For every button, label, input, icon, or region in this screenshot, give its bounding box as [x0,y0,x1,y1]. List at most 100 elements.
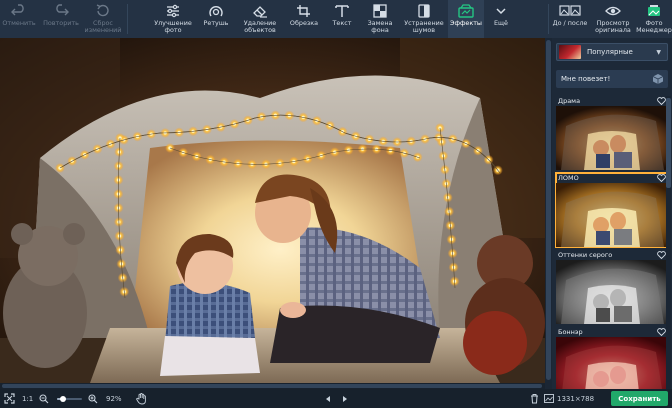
effect-card-drama[interactable]: Драма [556,96,668,170]
canvas-horizontal-scroll-thumb[interactable] [2,384,542,388]
reset-changes-button[interactable]: Сброс изменений [82,0,124,38]
next-icon [343,395,347,402]
text-label: Текст [332,19,352,27]
redo-label: Повторить [43,19,79,27]
crop-label: Обрезка [289,19,319,27]
photo-manager-icon [648,5,660,16]
enhance-label: Улучшение фото [154,19,192,34]
effects-panel: Популярные ▼ Мне повезет! Драма ЛОМО Отт… [552,38,672,389]
canvas-vertical-scrollbar[interactable] [545,38,552,383]
hand-icon [136,392,146,404]
undo-icon [11,4,24,16]
photo-manager-button[interactable]: Фото Менеджер [636,0,672,38]
fit-to-screen-button[interactable] [4,389,15,408]
toolbar-divider [127,4,128,34]
effects-label: Эффекты [450,19,482,27]
trash-icon [531,394,538,404]
effect-preview-lomo [556,183,668,247]
enhance-photo-button[interactable]: Улучшение фото [150,0,196,38]
denoise-button[interactable]: Устранение шумов [400,0,448,38]
lucky-button[interactable]: Мне повезет! [556,70,668,88]
effect-card-grayscale[interactable]: Оттенки серого [556,250,668,324]
heart-icon[interactable] [657,174,666,182]
effect-preview-drama [556,106,668,170]
redo-button[interactable]: Повторить [40,0,82,38]
effects-panel-scroll-thumb[interactable] [666,98,671,188]
effects-panel-scrollbar[interactable] [666,96,671,389]
text-icon [335,5,349,17]
hand-tool-button[interactable] [136,389,147,408]
effect-card-lomo[interactable]: ЛОМО [555,172,669,248]
photo-editor-window: Отменить Повторить Сброс изменений Улучш… [0,0,672,408]
zoom-slider-handle[interactable] [60,396,67,402]
undo-label: Отменить [2,19,36,27]
save-button[interactable]: Сохранить [611,391,668,406]
retouch-icon [209,6,223,17]
eye-icon [605,6,621,16]
photo-image [0,38,545,383]
heart-icon[interactable] [657,251,666,259]
category-selected-value: Популярные [587,48,633,56]
effects-button[interactable]: Эффекты [448,0,484,38]
zoom-out-button[interactable] [39,389,49,408]
view-original-button[interactable]: Просмотр оригинала [592,0,634,38]
zoom-slider[interactable] [57,396,82,402]
heart-icon[interactable] [657,97,666,105]
effect-preview-grayscale [556,260,668,324]
effect-preview-bonnar [556,337,668,389]
undo-button[interactable]: Отменить [0,0,38,38]
effect-card-bonnar[interactable]: Боннэр [556,327,668,389]
reset-label: Сброс изменений [84,19,122,34]
remove-objects-label: Удаление объектов [243,19,277,34]
zoom-out-icon [39,393,49,403]
denoise-icon [418,4,430,18]
denoise-label: Устранение шумов [404,19,444,34]
image-dimensions: 1331×788 [557,394,595,403]
heart-icon[interactable] [657,328,666,336]
effect-name: Боннэр [558,328,583,336]
retouch-button[interactable]: Ретушь [197,0,235,38]
replace-bg-icon [373,4,387,18]
status-bar: 1:1 92% 1331×788 [0,389,672,408]
effect-name: Драма [558,97,581,105]
zoom-in-button[interactable] [88,389,98,408]
replace-bg-label: Замена фона [367,19,393,34]
top-toolbar: Отменить Повторить Сброс изменений Улучш… [0,0,672,38]
retouch-label: Ретушь [203,19,229,27]
effects-category-select[interactable]: Популярные ▼ [556,43,668,61]
effect-name: ЛОМО [558,174,579,182]
category-thumbnail [559,45,581,59]
actual-size-button[interactable]: 1:1 [22,389,33,408]
prev-icon [326,395,330,402]
redo-icon [56,4,69,16]
lucky-label: Мне повезет! [561,75,611,83]
chevron-down-icon [496,8,506,15]
image-size-icon [544,394,554,403]
actual-size-label: 1:1 [22,394,34,403]
toolbar-divider-right [548,4,549,34]
photo-manager-label: Фото Менеджер [636,19,672,34]
more-label: Ещё [494,19,508,27]
reset-icon [96,4,109,17]
fit-icon [4,393,15,404]
more-button[interactable]: Ещё [486,0,516,38]
canvas-vertical-scroll-thumb[interactable] [546,40,551,380]
eraser-icon [253,6,267,18]
delete-button[interactable] [530,389,539,408]
replace-background-button[interactable]: Замена фона [361,0,399,38]
dice-icon [652,74,664,84]
crop-icon [297,5,310,17]
photo-canvas[interactable] [0,38,545,383]
view-original-label: Просмотр оригинала [595,19,631,34]
crop-button[interactable]: Обрезка [284,0,324,38]
effects-icon [458,4,474,18]
before-after-label: До / после [552,19,588,27]
remove-objects-button[interactable]: Удаление объектов [237,0,283,38]
next-image-button[interactable] [341,389,349,408]
before-after-button[interactable]: До / после [550,0,590,38]
previous-image-button[interactable] [324,389,332,408]
chevron-down-icon: ▼ [656,48,661,56]
image-size-indicator: 1331×788 [544,389,594,408]
text-button[interactable]: Текст [324,0,360,38]
before-after-icon [559,5,581,16]
